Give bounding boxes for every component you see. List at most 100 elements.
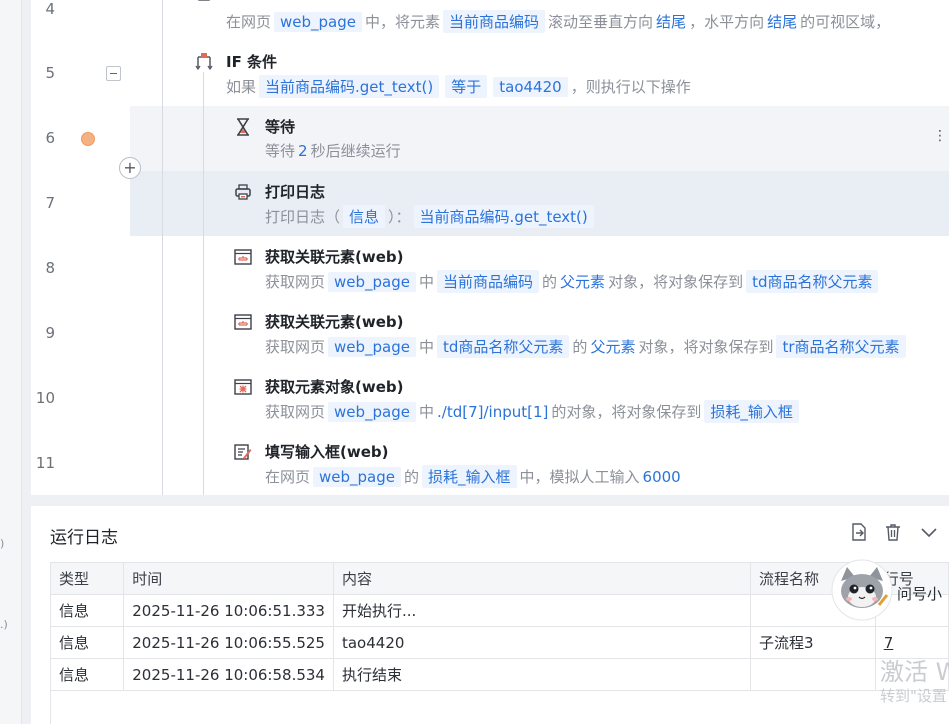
nesting-guide-if: [203, 72, 204, 495]
desc-text: 中: [419, 403, 435, 421]
step-title: 等待: [265, 118, 296, 136]
step-description: 等待 2 秒后继续运行: [265, 140, 401, 161]
column-header-type[interactable]: 类型: [49, 562, 125, 595]
more-options-icon[interactable]: ⋮: [933, 128, 947, 144]
param-value[interactable]: 6000: [643, 468, 681, 486]
param-value[interactable]: ./td[7]/input[1]: [437, 403, 548, 421]
desc-text: 获取网页: [265, 273, 326, 291]
variable-chip[interactable]: web_page: [328, 402, 416, 422]
element-object-icon: [234, 379, 252, 395]
variable-chip[interactable]: 损耗_输入框: [704, 400, 799, 423]
run-log-title: 运行日志: [50, 528, 118, 548]
desc-text: 的对象，将对象保存到: [551, 403, 702, 421]
desc-text: ，水平方向: [689, 13, 765, 31]
table-row[interactable]: 信息 2025-11-26 10:06:55.525 tao4420 子流程3 …: [49, 626, 949, 659]
param-value[interactable]: 2: [298, 142, 308, 160]
desc-text: 获取网页: [265, 403, 326, 421]
line-number-column: 4 5 6 7 8 9 10 11: [31, 0, 130, 495]
step-get-element-object[interactable]: 获取元素对象(web) 获取网页 web_page 中 ./td[7]/input[1…: [234, 376, 934, 426]
web-element-icon: [234, 249, 252, 265]
desc-text: 的: [542, 273, 558, 291]
variable-chip[interactable]: td商品名称父元素: [437, 335, 570, 358]
desc-text: 中，将元素: [365, 13, 441, 31]
gutter-fragment: .): [0, 618, 8, 631]
run-log-panel: 运行日志 类型 时间 内容 流程名称 行号 信息 2025-11-26 10:0…: [31, 506, 949, 724]
variable-chip[interactable]: web_page: [313, 467, 401, 487]
step-if-condition[interactable]: IF 条件 如果 当前商品编码.get_text() 等于 tao4420 ，则执行以下…: [195, 51, 945, 101]
breakpoint-marker[interactable]: [81, 132, 95, 146]
step-description: 打印日志（ 信息）： 当前商品编码.get_text(): [265, 205, 597, 228]
param-value[interactable]: 父元素: [590, 338, 635, 356]
variable-chip[interactable]: 当前商品编码.get_text(): [413, 205, 594, 228]
desc-text: 滚动至垂直方向: [548, 13, 654, 31]
step-description: 如果 当前商品编码.get_text() 等于 tao4420 ，则执行以下操作: [226, 75, 691, 98]
step-title: IF 条件: [226, 53, 278, 71]
line-number: 11: [35, 454, 55, 472]
nesting-guide-outer: [162, 0, 163, 495]
operator-chip[interactable]: 等于: [445, 75, 488, 98]
cell-time: 2025-11-26 10:06:55.525: [123, 626, 334, 659]
column-header-content[interactable]: 内容: [332, 562, 752, 595]
export-log-icon[interactable]: [849, 522, 869, 542]
step-get-related-element[interactable]: 获取关联元素(web) 获取网页 web_page 中 td商品名称父元素的父元素 对象…: [234, 311, 934, 361]
web-element-icon: [234, 314, 252, 330]
collapse-panel-icon[interactable]: [919, 522, 939, 542]
cell-type: 信息: [49, 626, 125, 659]
variable-chip[interactable]: 当前商品编码: [437, 270, 540, 293]
desc-text: ）：: [388, 208, 411, 226]
printer-icon: [235, 184, 251, 200]
line-number: 4: [45, 0, 55, 18]
desc-text: 的可视区域，: [800, 13, 891, 31]
log-level-chip[interactable]: 信息: [343, 205, 386, 228]
line-number: 6: [45, 129, 55, 147]
variable-chip[interactable]: tr商品名称父元素: [776, 335, 906, 358]
step-description: 获取网页 web_page 中 td商品名称父元素的父元素 对象，将对象保存到 tr商品名…: [265, 335, 909, 358]
collapse-toggle[interactable]: [106, 66, 121, 81]
assistant-label[interactable]: 问号小: [897, 583, 942, 604]
variable-chip[interactable]: 当前商品编码: [443, 10, 546, 33]
line-number: 9: [45, 324, 55, 342]
variable-chip[interactable]: web_page: [328, 337, 416, 357]
variable-chip[interactable]: web_page: [274, 12, 362, 32]
step-title: 获取元素对象(web): [265, 378, 404, 396]
cell-content: tao4420: [332, 626, 752, 659]
step-title: 获取关联元素(web): [265, 248, 404, 266]
step-description: 获取网页 web_page 中当前商品编码的父元素 对象，将对象保存到 td商品名称父元…: [265, 270, 881, 293]
scroll-icon: [198, 0, 210, 1]
variable-chip[interactable]: td商品名称父元素: [746, 270, 879, 293]
cell-flow-name: 子流程3: [750, 626, 876, 659]
step-description: 在网页 web_page 的损耗_输入框 中，模拟人工输入 6000: [265, 465, 684, 488]
desc-text: 中，模拟人工输入: [519, 468, 640, 486]
desc-text: 在网页: [226, 13, 272, 31]
add-step-button[interactable]: +: [119, 157, 141, 179]
table-row[interactable]: 信息 2025-11-26 10:06:51.333 开始执行...: [49, 594, 949, 627]
assistant-mascot-icon[interactable]: [829, 559, 895, 621]
gutter-fragment: ): [0, 537, 5, 550]
param-value[interactable]: 父元素: [560, 273, 605, 291]
desc-text: 获取网页: [265, 338, 326, 356]
desc-text: 在网页: [265, 468, 311, 486]
param-value[interactable]: 结尾: [656, 13, 686, 31]
desc-text: 对象，将对象保存到: [608, 273, 744, 291]
desc-text: 中: [419, 273, 435, 291]
value-chip[interactable]: tao4420: [493, 77, 568, 97]
step-get-related-element[interactable]: 获取关联元素(web) 获取网页 web_page 中当前商品编码的父元素 对象，将对…: [234, 246, 934, 296]
fill-input-icon: [234, 444, 252, 460]
line-number: 7: [45, 194, 55, 212]
variable-chip[interactable]: 损耗_输入框: [422, 465, 517, 488]
param-value[interactable]: 结尾: [767, 13, 797, 31]
step-wait[interactable]: 等待 等待 2 秒后继续运行: [234, 116, 934, 166]
step-title: 填写输入框(web): [265, 443, 389, 461]
column-header-time[interactable]: 时间: [123, 562, 334, 595]
desc-text: 的: [572, 338, 588, 356]
desc-text: ，则执行以下操作: [570, 78, 691, 96]
variable-chip[interactable]: 当前商品编码.get_text(): [259, 75, 440, 98]
step-scroll-to-element[interactable]: 在网页 web_page 中，将元素 当前商品编码 滚动至垂直方向 结尾 ，水平方向 结尾 的可…: [195, 0, 945, 46]
line-number: 5: [45, 64, 55, 82]
clear-log-icon[interactable]: [883, 522, 903, 542]
step-fill-input[interactable]: 填写输入框(web) 在网页 web_page 的损耗_输入框 中，模拟人工输入 600…: [234, 441, 934, 491]
activation-watermark-subtitle: 转到"设置: [880, 687, 947, 705]
step-print-log[interactable]: 打印日志 打印日志（ 信息）： 当前商品编码.get_text(): [234, 181, 934, 231]
desc-text: 如果: [226, 78, 257, 96]
variable-chip[interactable]: web_page: [328, 272, 416, 292]
